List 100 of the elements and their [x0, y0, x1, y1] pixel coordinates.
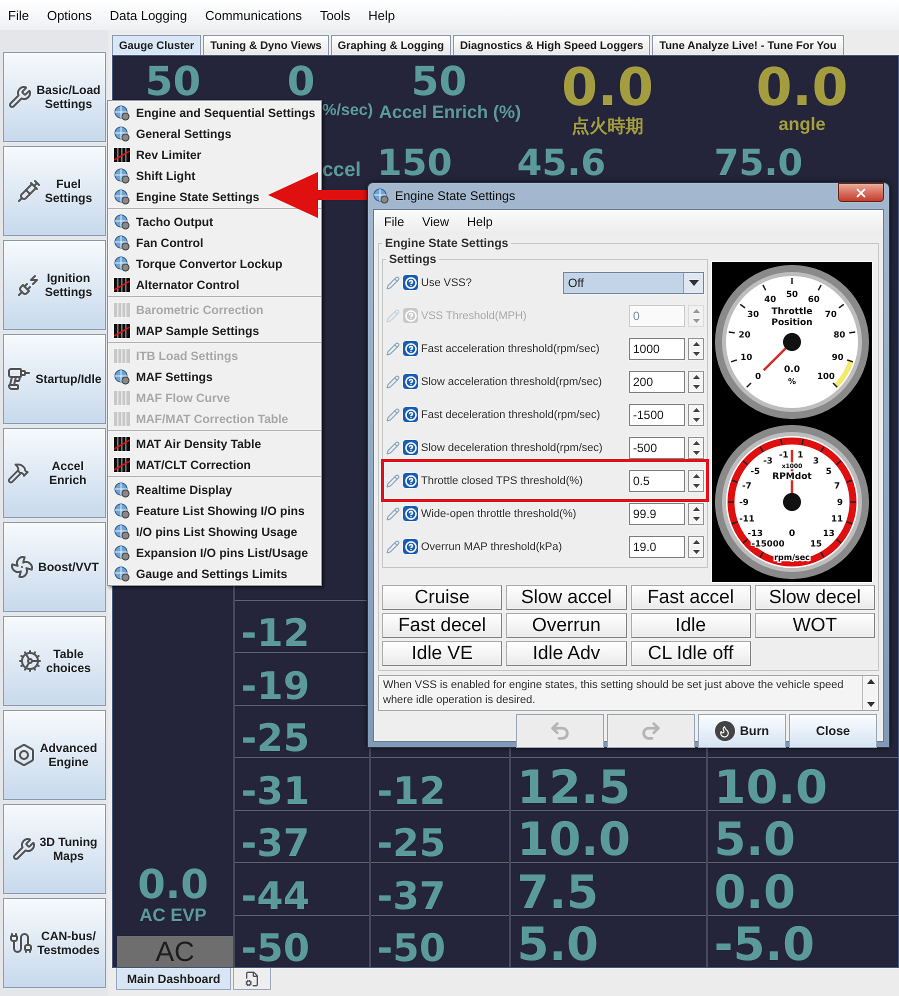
down-arrow-icon[interactable] — [692, 418, 700, 422]
setting-label: VSS Threshold(MPH) — [421, 310, 528, 322]
up-arrow-icon[interactable] — [692, 374, 700, 378]
menu-item[interactable]: Engine and Sequential Settings — [108, 102, 318, 123]
menu-item[interactable]: Realtime Display — [108, 479, 236, 500]
menu-item[interactable]: Communications — [203, 6, 304, 24]
burn-button[interactable]: Burn — [698, 714, 786, 748]
down-arrow-icon[interactable] — [692, 384, 700, 388]
state-button[interactable]: Idle — [630, 613, 751, 638]
help-icon[interactable] — [403, 506, 418, 521]
sidebar-button[interactable]: Advanced Engine — [3, 710, 106, 800]
menu-item[interactable]: MAP Sample Settings — [108, 320, 262, 341]
number-field[interactable]: -500 — [629, 436, 685, 458]
menu-item[interactable]: Engine State Settings — [108, 186, 262, 207]
menu-item[interactable]: Help — [465, 213, 495, 231]
help-icon[interactable] — [403, 341, 418, 356]
down-arrow-icon[interactable] — [692, 516, 700, 520]
help-icon[interactable] — [403, 440, 418, 455]
spinner[interactable] — [688, 502, 704, 524]
state-button[interactable]: Overrun — [506, 613, 626, 638]
help-icon[interactable] — [403, 275, 418, 290]
menu-item[interactable]: MAT Air Density Table — [108, 433, 264, 454]
menu-item[interactable]: Options — [44, 6, 94, 24]
menu-item[interactable]: Rev Limiter — [108, 144, 204, 165]
help-icon[interactable] — [403, 473, 418, 488]
state-button[interactable]: Idle VE — [382, 641, 502, 666]
dropdown[interactable]: Off — [563, 272, 704, 294]
menu-item[interactable]: File — [382, 213, 406, 231]
tab[interactable]: Graphing & Logging — [330, 35, 451, 55]
menu-item[interactable]: Gauge and Settings Limits — [108, 563, 290, 584]
up-arrow-icon[interactable] — [692, 408, 700, 412]
scroll-down-icon[interactable] — [866, 702, 874, 707]
up-arrow-icon[interactable] — [692, 540, 700, 544]
gauge-value: 0.0 — [756, 62, 848, 114]
menu-item[interactable]: I/O pins List Showing Usage — [108, 521, 300, 542]
menu-item[interactable]: File — [6, 6, 31, 24]
number-field[interactable]: 200 — [629, 370, 685, 392]
down-arrow-icon[interactable] — [692, 352, 700, 356]
sidebar-button[interactable]: Fuel Settings — [3, 146, 106, 236]
spinner[interactable] — [688, 370, 704, 392]
sidebar-button[interactable]: Startup/Idle — [3, 334, 106, 424]
spinner[interactable] — [688, 436, 704, 458]
menu-item[interactable]: Tools — [318, 6, 352, 24]
menu-item[interactable]: MAT/CLT Correction — [108, 454, 254, 475]
number-field[interactable]: 0.5 — [629, 470, 685, 492]
menu-item[interactable]: Shift Light — [108, 165, 198, 186]
menu-item[interactable]: Torque Convertor Lockup — [108, 253, 286, 274]
menu-item[interactable]: Fan Control — [108, 232, 206, 253]
spinner[interactable] — [688, 338, 704, 360]
tab[interactable] — [233, 968, 272, 990]
menu-item[interactable]: MAF Settings — [108, 366, 216, 387]
state-button[interactable]: Idle Adv — [506, 641, 626, 666]
menu-item[interactable]: Data Logging — [108, 6, 190, 24]
sidebar-button[interactable]: Accel Enrich — [3, 428, 106, 518]
close-button[interactable]: Close — [789, 714, 877, 748]
sidebar-button[interactable]: CAN-bus/ Testmodes — [3, 898, 106, 988]
sidebar-button[interactable]: 3D Tuning Maps — [3, 804, 106, 894]
menu-item[interactable]: Help — [366, 6, 398, 24]
tab[interactable]: Main Dashboard — [116, 968, 232, 990]
scrollbar[interactable] — [862, 676, 878, 710]
spinner[interactable] — [688, 404, 704, 426]
state-button[interactable]: WOT — [754, 613, 875, 638]
tab[interactable]: Gauge Cluster — [112, 35, 202, 55]
down-arrow-icon[interactable] — [692, 484, 700, 488]
sidebar-button[interactable]: Ignition Settings — [3, 240, 106, 330]
number-field[interactable]: 19.0 — [629, 536, 685, 558]
help-icon[interactable] — [403, 374, 418, 389]
tab[interactable]: Tune Analyze Live! - Tune For You — [652, 35, 844, 55]
sidebar-button[interactable]: Boost/VVT — [3, 522, 106, 612]
up-arrow-icon[interactable] — [692, 342, 700, 346]
spinner[interactable] — [688, 536, 704, 558]
number-field[interactable]: 99.9 — [629, 502, 685, 524]
down-arrow-icon[interactable] — [692, 550, 700, 554]
sidebar-button[interactable]: Table choices — [3, 616, 106, 706]
menu-item[interactable]: View — [420, 213, 452, 231]
state-button[interactable]: Slow accel — [506, 585, 626, 610]
spinner[interactable] — [688, 470, 704, 492]
state-button[interactable]: Fast accel — [630, 585, 751, 610]
help-icon[interactable] — [403, 539, 418, 554]
state-button[interactable]: CL Idle off — [630, 641, 751, 666]
tab[interactable]: Diagnostics & High Speed Loggers — [452, 35, 650, 55]
up-arrow-icon[interactable] — [692, 506, 700, 510]
close-button[interactable] — [838, 183, 884, 202]
help-icon[interactable] — [403, 407, 418, 422]
down-arrow-icon[interactable] — [692, 450, 700, 454]
state-button[interactable]: Cruise — [382, 585, 502, 610]
menu-item[interactable]: Tacho Output — [108, 211, 216, 232]
up-arrow-icon[interactable] — [692, 440, 700, 444]
menu-item[interactable]: Expansion I/O pins List/Usage — [108, 542, 312, 563]
menu-item[interactable]: Alternator Control — [108, 274, 242, 295]
state-button[interactable]: Fast decel — [382, 613, 502, 638]
menu-item[interactable]: General Settings — [108, 123, 234, 144]
up-arrow-icon[interactable] — [692, 474, 700, 478]
state-button[interactable]: Slow decel — [754, 585, 875, 610]
sidebar-button[interactable]: Basic/Load Settings — [3, 52, 106, 142]
tab[interactable]: Tuning & Dyno Views — [203, 35, 329, 55]
number-field[interactable]: -1500 — [629, 404, 685, 426]
number-field[interactable]: 1000 — [629, 338, 685, 360]
scroll-up-icon[interactable] — [866, 679, 874, 684]
menu-item[interactable]: Feature List Showing I/O pins — [108, 500, 308, 521]
